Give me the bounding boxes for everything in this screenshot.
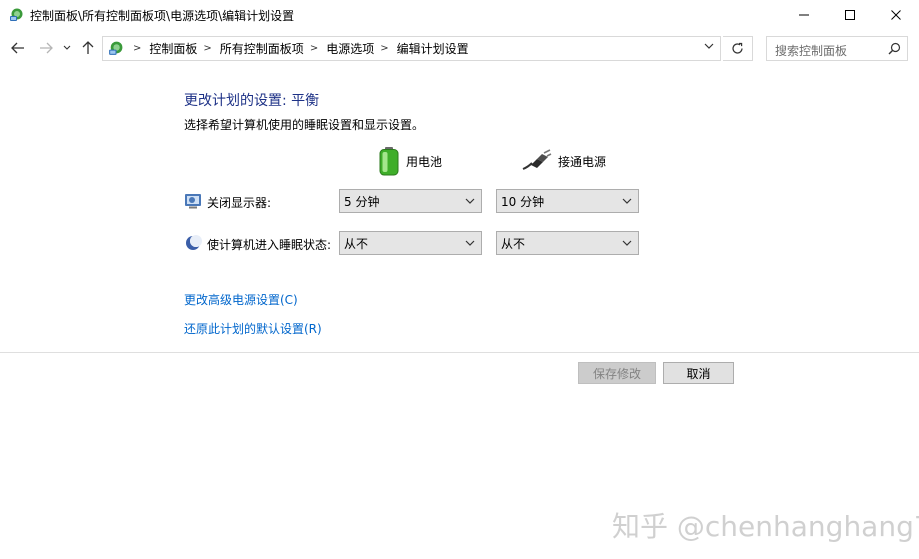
monitor-icon	[185, 194, 201, 209]
chevron-right-icon[interactable]: >	[310, 43, 318, 54]
search-input[interactable]: 搜索控制面板	[766, 36, 908, 61]
display-off-plugged-select[interactable]: 10 分钟	[496, 189, 639, 213]
minimize-button[interactable]	[781, 0, 827, 30]
breadcrumb-power-options[interactable]: 电源选项	[326, 40, 374, 57]
chevron-right-icon[interactable]: >	[203, 43, 211, 54]
battery-column-header: 用电池	[378, 146, 442, 176]
breadcrumb: > 控制面板 > 所有控制面板项 > 电源选项 > 编辑计划设置	[127, 37, 469, 60]
search-placeholder: 搜索控制面板	[775, 44, 848, 58]
back-button[interactable]	[8, 37, 28, 59]
page-description: 选择希望计算机使用的睡眠设置和显示设置。	[184, 118, 425, 132]
cancel-button[interactable]: 取消	[663, 362, 734, 384]
chevron-down-icon	[63, 45, 71, 50]
refresh-icon	[732, 42, 743, 54]
close-icon	[891, 10, 901, 20]
arrow-up-icon	[82, 41, 94, 54]
arrow-right-icon	[40, 42, 53, 54]
maximize-icon	[845, 10, 855, 20]
control-panel-icon	[10, 8, 23, 21]
display-off-battery-value: 5 分钟	[344, 194, 380, 209]
advanced-power-settings-link[interactable]: 更改高级电源设置(C)	[184, 291, 298, 308]
sleep-plugged-select[interactable]: 从不	[496, 231, 639, 255]
search-icon	[888, 42, 901, 55]
minimize-icon	[799, 14, 809, 16]
sleep-label: 使计算机进入睡眠状态:	[207, 238, 332, 252]
up-button[interactable]	[78, 37, 98, 59]
maximize-button[interactable]	[827, 0, 873, 30]
breadcrumb-all-items[interactable]: 所有控制面板项	[220, 40, 304, 57]
battery-icon	[379, 147, 399, 176]
title-bar: 控制面板\所有控制面板项\电源选项\编辑计划设置	[0, 0, 919, 30]
window-title: 控制面板\所有控制面板项\电源选项\编辑计划设置	[30, 9, 295, 23]
sleep-plugged-value: 从不	[501, 236, 526, 251]
save-changes-button[interactable]: 保存修改	[578, 362, 656, 384]
address-bar[interactable]: > 控制面板 > 所有控制面板项 > 电源选项 > 编辑计划设置	[102, 36, 721, 61]
chevron-right-icon[interactable]: >	[380, 43, 388, 54]
arrow-left-icon	[11, 42, 24, 54]
divider	[0, 352, 919, 353]
chevron-right-icon[interactable]: >	[133, 43, 141, 54]
forward-button[interactable]	[36, 37, 56, 59]
plugged-label: 接通电源	[558, 154, 607, 169]
plugged-column-header: 接通电源	[522, 146, 606, 176]
watermark: 知乎 @chenhanghang7	[612, 510, 919, 543]
chevron-down-icon	[622, 198, 632, 204]
control-panel-icon	[109, 41, 123, 55]
chevron-down-icon	[622, 240, 632, 246]
chevron-down-icon[interactable]	[704, 43, 714, 50]
display-off-plugged-value: 10 分钟	[501, 194, 545, 209]
display-off-label: 关闭显示器:	[207, 196, 272, 210]
chevron-down-icon	[465, 240, 475, 246]
close-button[interactable]	[873, 0, 919, 30]
power-plug-icon	[522, 149, 552, 170]
page-title: 更改计划的设置: 平衡	[184, 93, 320, 109]
restore-defaults-link[interactable]: 还原此计划的默认设置(R)	[184, 320, 322, 337]
sleep-battery-value: 从不	[344, 236, 369, 251]
display-off-battery-select[interactable]: 5 分钟	[339, 189, 482, 213]
breadcrumb-edit-plan[interactable]: 编辑计划设置	[397, 40, 469, 57]
breadcrumb-control-panel[interactable]: 控制面板	[149, 40, 197, 57]
refresh-button[interactable]	[723, 36, 753, 61]
chevron-down-icon	[465, 198, 475, 204]
battery-label: 用电池	[406, 154, 443, 169]
recent-locations-button[interactable]	[60, 37, 74, 59]
sleep-battery-select[interactable]: 从不	[339, 231, 482, 255]
navigation-bar: > 控制面板 > 所有控制面板项 > 电源选项 > 编辑计划设置 搜索控制面板	[0, 33, 919, 63]
window: 控制面板\所有控制面板项\电源选项\编辑计划设置 > 控制面板 > 所有控制面板…	[0, 0, 919, 559]
moon-icon	[186, 235, 202, 250]
